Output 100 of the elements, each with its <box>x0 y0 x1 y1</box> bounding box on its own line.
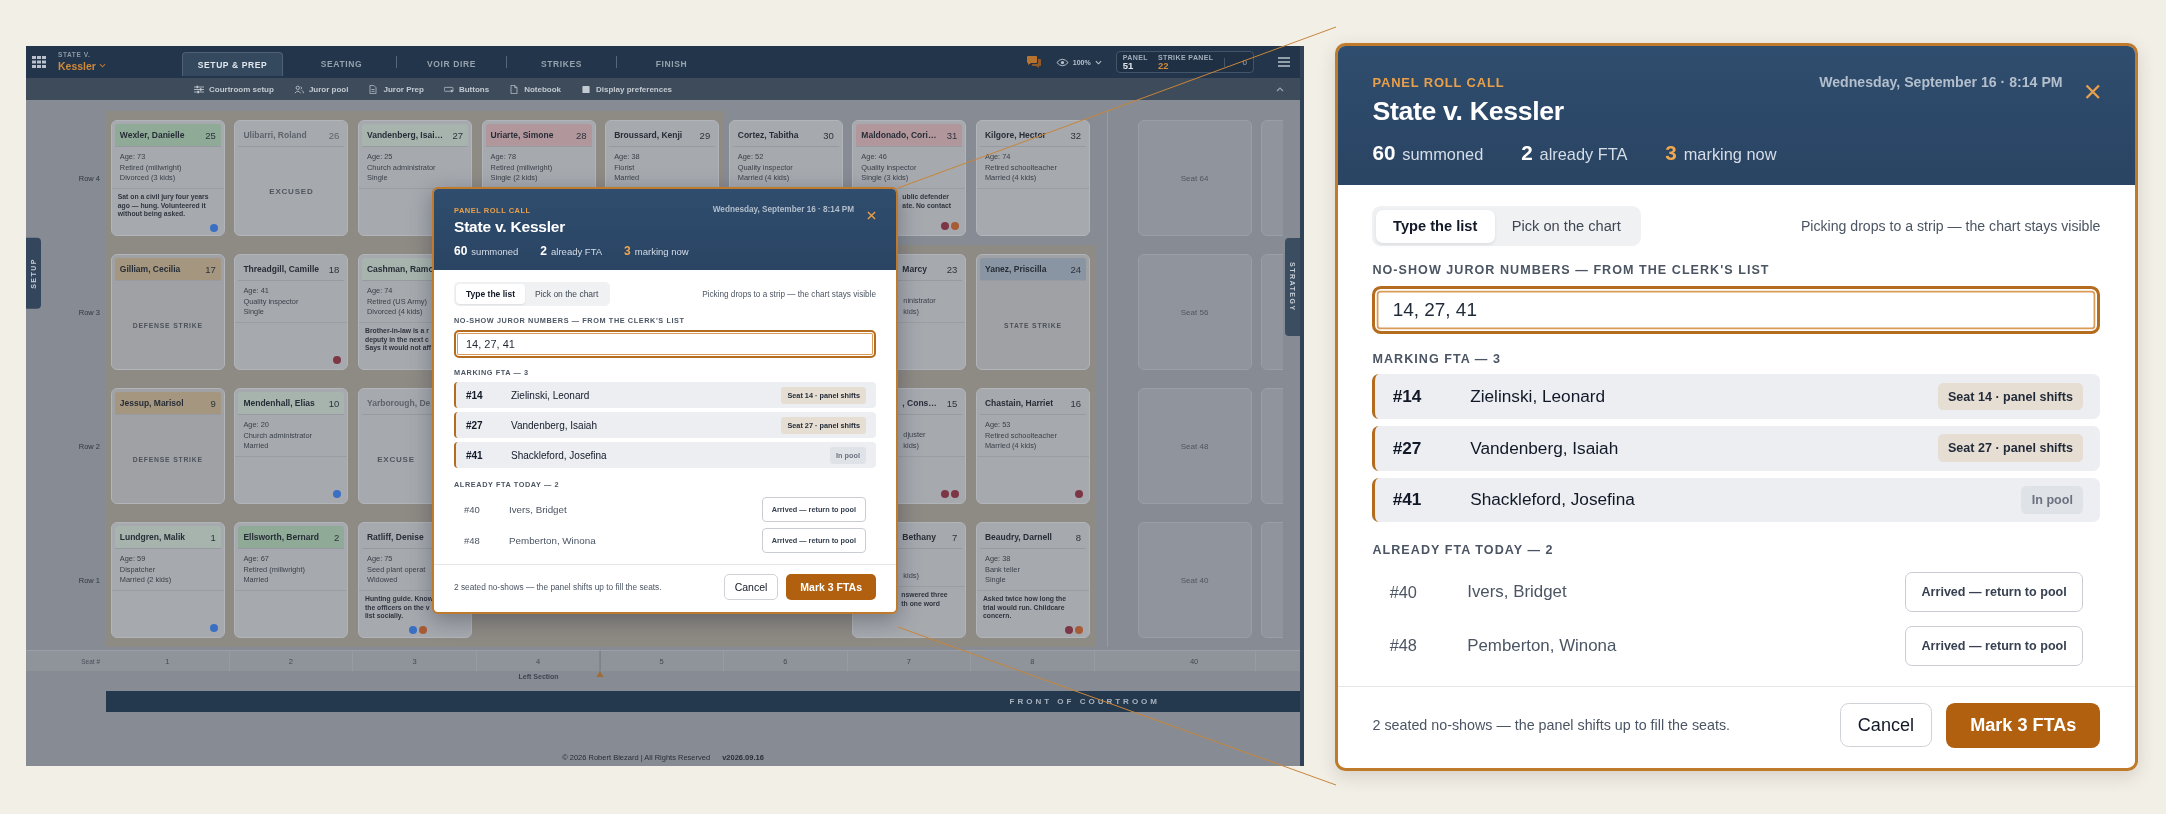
juror-name: Zielinski, Leonard <box>1470 386 1606 407</box>
stat-value: 2 <box>540 244 548 258</box>
juror-number: 9 <box>210 397 216 409</box>
juror-number: #40 <box>464 504 481 515</box>
mode-tab[interactable]: Type the list <box>1375 209 1495 243</box>
stat-label: already FTA <box>551 246 603 257</box>
chat-icon[interactable] <box>1025 55 1042 69</box>
toolbar-link[interactable]: Buttons <box>443 84 490 94</box>
chevron-down-icon <box>98 63 106 69</box>
section-heading: MARKING FTA — 3 <box>1372 351 1503 366</box>
juror-number: 25 <box>205 129 216 141</box>
menu-icon[interactable] <box>1278 57 1290 67</box>
juror-number: 17 <box>205 263 216 275</box>
close-icon[interactable] <box>2084 83 2101 100</box>
strike-panel-count: 22 <box>1157 60 1169 71</box>
toolbar-link[interactable]: Notebook <box>509 84 562 94</box>
return-to-pool-button[interactable]: Arrived — return to pool <box>1905 625 2084 666</box>
eye-icon <box>1055 57 1069 67</box>
marking-row[interactable]: #41 Shackleford, Josefina In pool <box>1372 477 2101 523</box>
collapse-icon[interactable] <box>1276 86 1284 92</box>
juror-number: 23 <box>946 263 958 275</box>
juror-card[interactable]: Ulibarri, Roland 26 EXCUSED <box>234 120 349 236</box>
case-switcher[interactable]: Kessler <box>58 59 182 72</box>
close-icon[interactable] <box>867 211 876 220</box>
seat-tag: Seat 27 · panel shifts <box>1937 434 2084 463</box>
juror-name: Ratliff, Denise <box>367 532 424 542</box>
people-icon <box>293 84 304 94</box>
juror-number: 10 <box>328 397 340 409</box>
marking-row[interactable]: #14 Zielinski, Leonard Seat 14 · panel shifts <box>1372 374 2101 419</box>
juror-name: Ivers, Bridget <box>509 504 567 515</box>
mode-tab[interactable]: Pick on the chart <box>524 284 609 304</box>
nav-tab[interactable]: SETUP & PREP <box>182 52 283 76</box>
juror-name: Vandenberg, Isaiah <box>1470 437 1619 459</box>
status-label: EXCUSED <box>269 186 314 196</box>
return-to-pool-button[interactable]: Arrived — return to pool <box>1905 572 2084 613</box>
juror-name: Ellsworth, Bernard <box>243 532 319 542</box>
juror-name: Cashman, Ramo <box>367 264 434 274</box>
document-icon <box>368 84 379 94</box>
status-label: EXCUSE <box>377 454 415 464</box>
juror-name: Bethany <box>902 532 936 542</box>
chevron-down-icon <box>1094 59 1102 65</box>
nav-tab[interactable]: FINISH <box>617 52 726 76</box>
stat-value: 3 <box>1665 140 1677 165</box>
seat-tag: Seat 14 · panel shifts <box>1937 382 2084 411</box>
count-badge: 0 <box>1223 57 1247 67</box>
square-icon <box>581 84 592 94</box>
juror-name: Cortez, Tabitha <box>737 130 799 140</box>
juror-number: #27 <box>1392 437 1423 459</box>
toolbar-link[interactable]: Juror Prep <box>368 84 424 94</box>
toolbar-link[interactable]: Juror pool <box>293 84 349 94</box>
juror-name: Beaudry, Darnell <box>984 532 1052 542</box>
juror-name: Pemberton, Winona <box>509 535 596 546</box>
juror-name: Wexler, Danielle <box>119 130 185 140</box>
juror-name: Zielinski, Leonard <box>511 389 590 401</box>
juror-numbers-field[interactable]: 14, 27, 41 <box>1372 286 2101 335</box>
juror-name: Yarborough, De <box>367 398 431 408</box>
section-marker-icon <box>596 651 604 677</box>
juror-name: Gilliam, Cecilia <box>119 264 181 274</box>
sliders-icon <box>194 84 204 94</box>
app-grid-icon[interactable] <box>32 56 46 68</box>
juror-number: 2 <box>334 531 340 543</box>
juror-name: Vandenberg, Isai… <box>367 130 444 140</box>
confirm-button[interactable]: Mark 3 FTAs <box>786 574 876 600</box>
nav-tab[interactable]: SEATING <box>287 52 396 76</box>
footer-note: 2 seated no-shows — the panel shifts up to fill the seats. <box>1372 717 1731 734</box>
juror-name: Vandenberg, Isaiah <box>511 419 597 431</box>
juror-number: 24 <box>1070 263 1081 275</box>
toolbar-link[interactable]: Courtroom setup <box>194 84 274 94</box>
nav-tab[interactable]: STRIKES <box>507 52 616 76</box>
juror-number: 32 <box>1070 129 1081 141</box>
confirm-button[interactable]: Mark 3 FTAs <box>1946 702 2101 748</box>
mode-hint: Picking drops to a strip — the chart stays visible <box>1800 218 2101 235</box>
juror-name: Uriarte, Simone <box>490 130 554 140</box>
juror-name: Maldonado, Cori… <box>861 130 937 140</box>
marking-row[interactable]: #27 Vandenberg, Isaiah Seat 27 · panel shifts <box>1372 425 2101 471</box>
juror-number: #48 <box>1389 636 1418 656</box>
juror-number: #14 <box>1392 386 1423 407</box>
mode-tab[interactable]: Pick on the chart <box>1494 209 1638 243</box>
juror-number: 15 <box>946 397 958 409</box>
dialog-datetime: Wednesday, September 16 · 8:14 PM <box>1819 73 2063 90</box>
juror-number: 26 <box>328 129 340 141</box>
page-icon <box>509 84 520 94</box>
juror-number: 29 <box>699 129 711 141</box>
nav-tab[interactable]: VOIR DIRE <box>397 52 506 76</box>
juror-number: #40 <box>1389 582 1418 602</box>
cancel-button[interactable]: Cancel <box>1839 703 1933 748</box>
juror-number: #41 <box>1392 489 1423 511</box>
juror-numbers-field[interactable]: 14, 27, 41 <box>454 330 876 358</box>
cursor-button-icon <box>443 84 454 94</box>
juror-number: 28 <box>576 129 587 141</box>
juror-name: Yanez, Priscilla <box>984 264 1047 274</box>
juror-name: Mendenhall, Elias <box>243 398 315 408</box>
stat-label: marking now <box>1683 144 1777 164</box>
cancel-button[interactable]: Cancel <box>723 574 779 600</box>
toolbar-link[interactable]: Display preferences <box>581 84 673 94</box>
juror-number: 18 <box>328 263 340 275</box>
juror-number: 31 <box>946 129 958 141</box>
stat-label: summoned <box>1402 144 1484 164</box>
mode-tab[interactable]: Type the list <box>456 284 525 304</box>
juror-name: Ulibarri, Roland <box>243 130 307 140</box>
